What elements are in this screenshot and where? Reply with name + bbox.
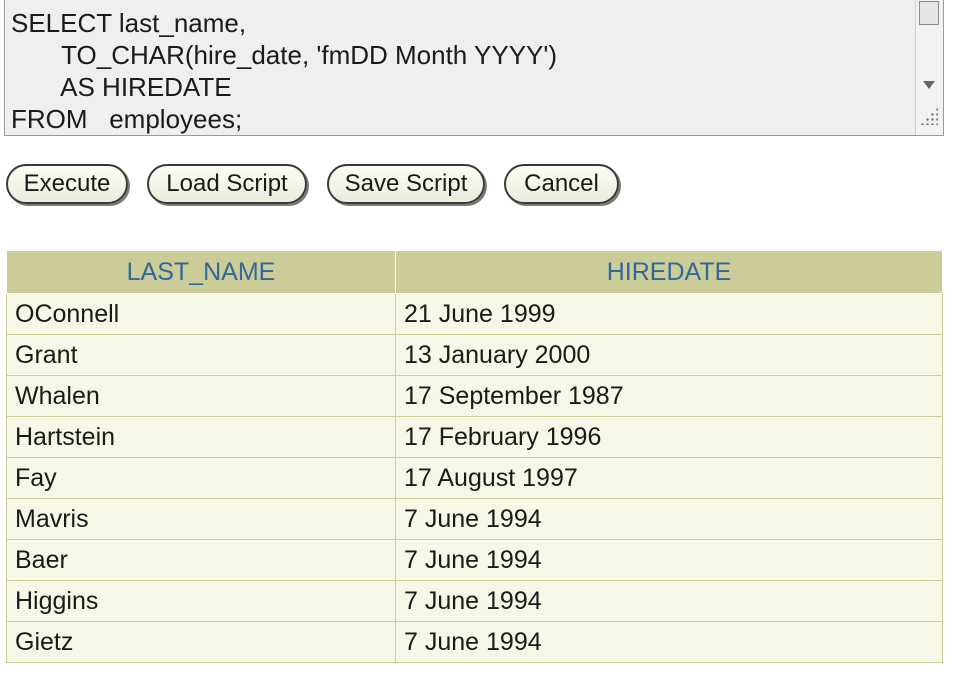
cancel-button[interactable]: Cancel — [504, 164, 619, 204]
hiredate-cell: 7 June 1994 — [395, 621, 943, 663]
results-header-row: LAST_NAME HIREDATE — [6, 250, 943, 294]
table-row: Higgins 7 June 1994 — [6, 580, 943, 622]
scroll-down-icon[interactable] — [923, 81, 935, 89]
last-name-cell: Fay — [6, 457, 396, 499]
hiredate-cell: 13 January 2000 — [395, 334, 943, 376]
last-name-cell: Hartstein — [6, 416, 396, 458]
table-row: OConnell 21 June 1999 — [6, 293, 943, 335]
load-script-button[interactable]: Load Script — [147, 164, 307, 204]
last-name-cell: OConnell — [6, 293, 396, 335]
last-name-cell: Grant — [6, 334, 396, 376]
execute-button[interactable]: Execute — [6, 164, 128, 204]
editor-scrollbar[interactable] — [915, 0, 943, 135]
last-name-cell: Gietz — [6, 621, 396, 663]
table-row: Whalen 17 September 1987 — [6, 375, 943, 417]
column-header-hiredate: HIREDATE — [395, 250, 943, 294]
save-script-button[interactable]: Save Script — [327, 164, 485, 204]
table-row: Grant 13 January 2000 — [6, 334, 943, 376]
last-name-cell: Mavris — [6, 498, 396, 540]
scrollbar-thumb[interactable] — [919, 1, 939, 25]
hiredate-cell: 17 February 1996 — [395, 416, 943, 458]
table-row: Fay 17 August 1997 — [6, 457, 943, 499]
table-row: Baer 7 June 1994 — [6, 539, 943, 581]
hiredate-cell: 21 June 1999 — [395, 293, 943, 335]
last-name-cell: Whalen — [6, 375, 396, 417]
table-row: Mavris 7 June 1994 — [6, 498, 943, 540]
hiredate-cell: 7 June 1994 — [395, 580, 943, 622]
sql-line: FROM employees; — [11, 104, 243, 134]
column-header-last-name: LAST_NAME — [6, 250, 396, 294]
table-row: Hartstein 17 February 1996 — [6, 416, 943, 458]
resize-grip-icon[interactable] — [920, 107, 938, 125]
last-name-cell: Higgins — [6, 580, 396, 622]
sql-editor[interactable]: SELECT last_name, TO_CHAR(hire_date, 'fm… — [4, 0, 944, 136]
sql-line: AS HIREDATE — [11, 72, 232, 102]
hiredate-cell: 7 June 1994 — [395, 498, 943, 540]
sql-line: SELECT last_name, — [11, 8, 247, 38]
hiredate-cell: 17 August 1997 — [395, 457, 943, 499]
results-table: LAST_NAME HIREDATE OConnell 21 June 1999… — [6, 250, 943, 663]
hiredate-cell: 17 September 1987 — [395, 375, 943, 417]
hiredate-cell: 7 June 1994 — [395, 539, 943, 581]
table-row: Gietz 7 June 1994 — [6, 621, 943, 663]
sql-line: TO_CHAR(hire_date, 'fmDD Month YYYY') — [11, 40, 558, 70]
last-name-cell: Baer — [6, 539, 396, 581]
sql-code[interactable]: SELECT last_name, TO_CHAR(hire_date, 'fm… — [11, 7, 557, 135]
